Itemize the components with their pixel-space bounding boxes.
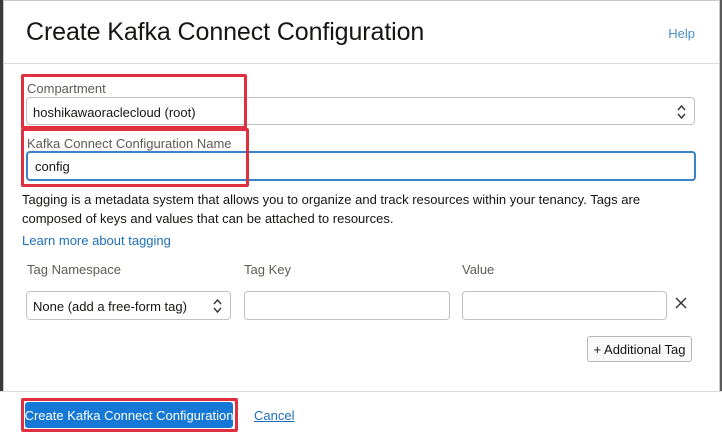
config-name-value: config	[35, 159, 70, 174]
tag-key-input[interactable]	[244, 291, 450, 320]
compartment-value: hoshikawaoraclecloud (root)	[33, 105, 196, 120]
additional-tag-button[interactable]: + Additional Tag	[587, 336, 692, 362]
help-link[interactable]: Help	[668, 26, 695, 41]
tag-key-header: Tag Key	[244, 262, 291, 277]
tagging-info-text: Tagging is a metadata system that allows…	[22, 192, 641, 226]
create-configuration-button[interactable]: Create Kafka Connect Configuration	[25, 402, 233, 428]
tag-value-header: Value	[462, 262, 495, 277]
tag-namespace-value: None (add a free-form tag)	[33, 299, 187, 314]
close-icon[interactable]	[673, 295, 689, 311]
tag-namespace-select[interactable]: None (add a free-form tag)	[26, 291, 231, 320]
select-updown-icon	[213, 298, 222, 314]
cancel-link[interactable]: Cancel	[254, 408, 294, 423]
dialog-header: Create Kafka Connect Configuration Help	[4, 1, 719, 64]
config-name-input[interactable]: config	[26, 151, 696, 181]
learn-more-tagging-link[interactable]: Learn more about tagging	[22, 233, 171, 248]
select-updown-icon	[677, 104, 686, 120]
compartment-select[interactable]: hoshikawaoraclecloud (root)	[26, 97, 695, 125]
tag-namespace-header: Tag Namespace	[27, 262, 121, 277]
config-name-label: Kafka Connect Configuration Name	[27, 136, 232, 151]
dialog-title: Create Kafka Connect Configuration	[26, 18, 425, 46]
tag-value-input[interactable]	[462, 291, 667, 320]
compartment-label: Compartment	[27, 81, 106, 96]
